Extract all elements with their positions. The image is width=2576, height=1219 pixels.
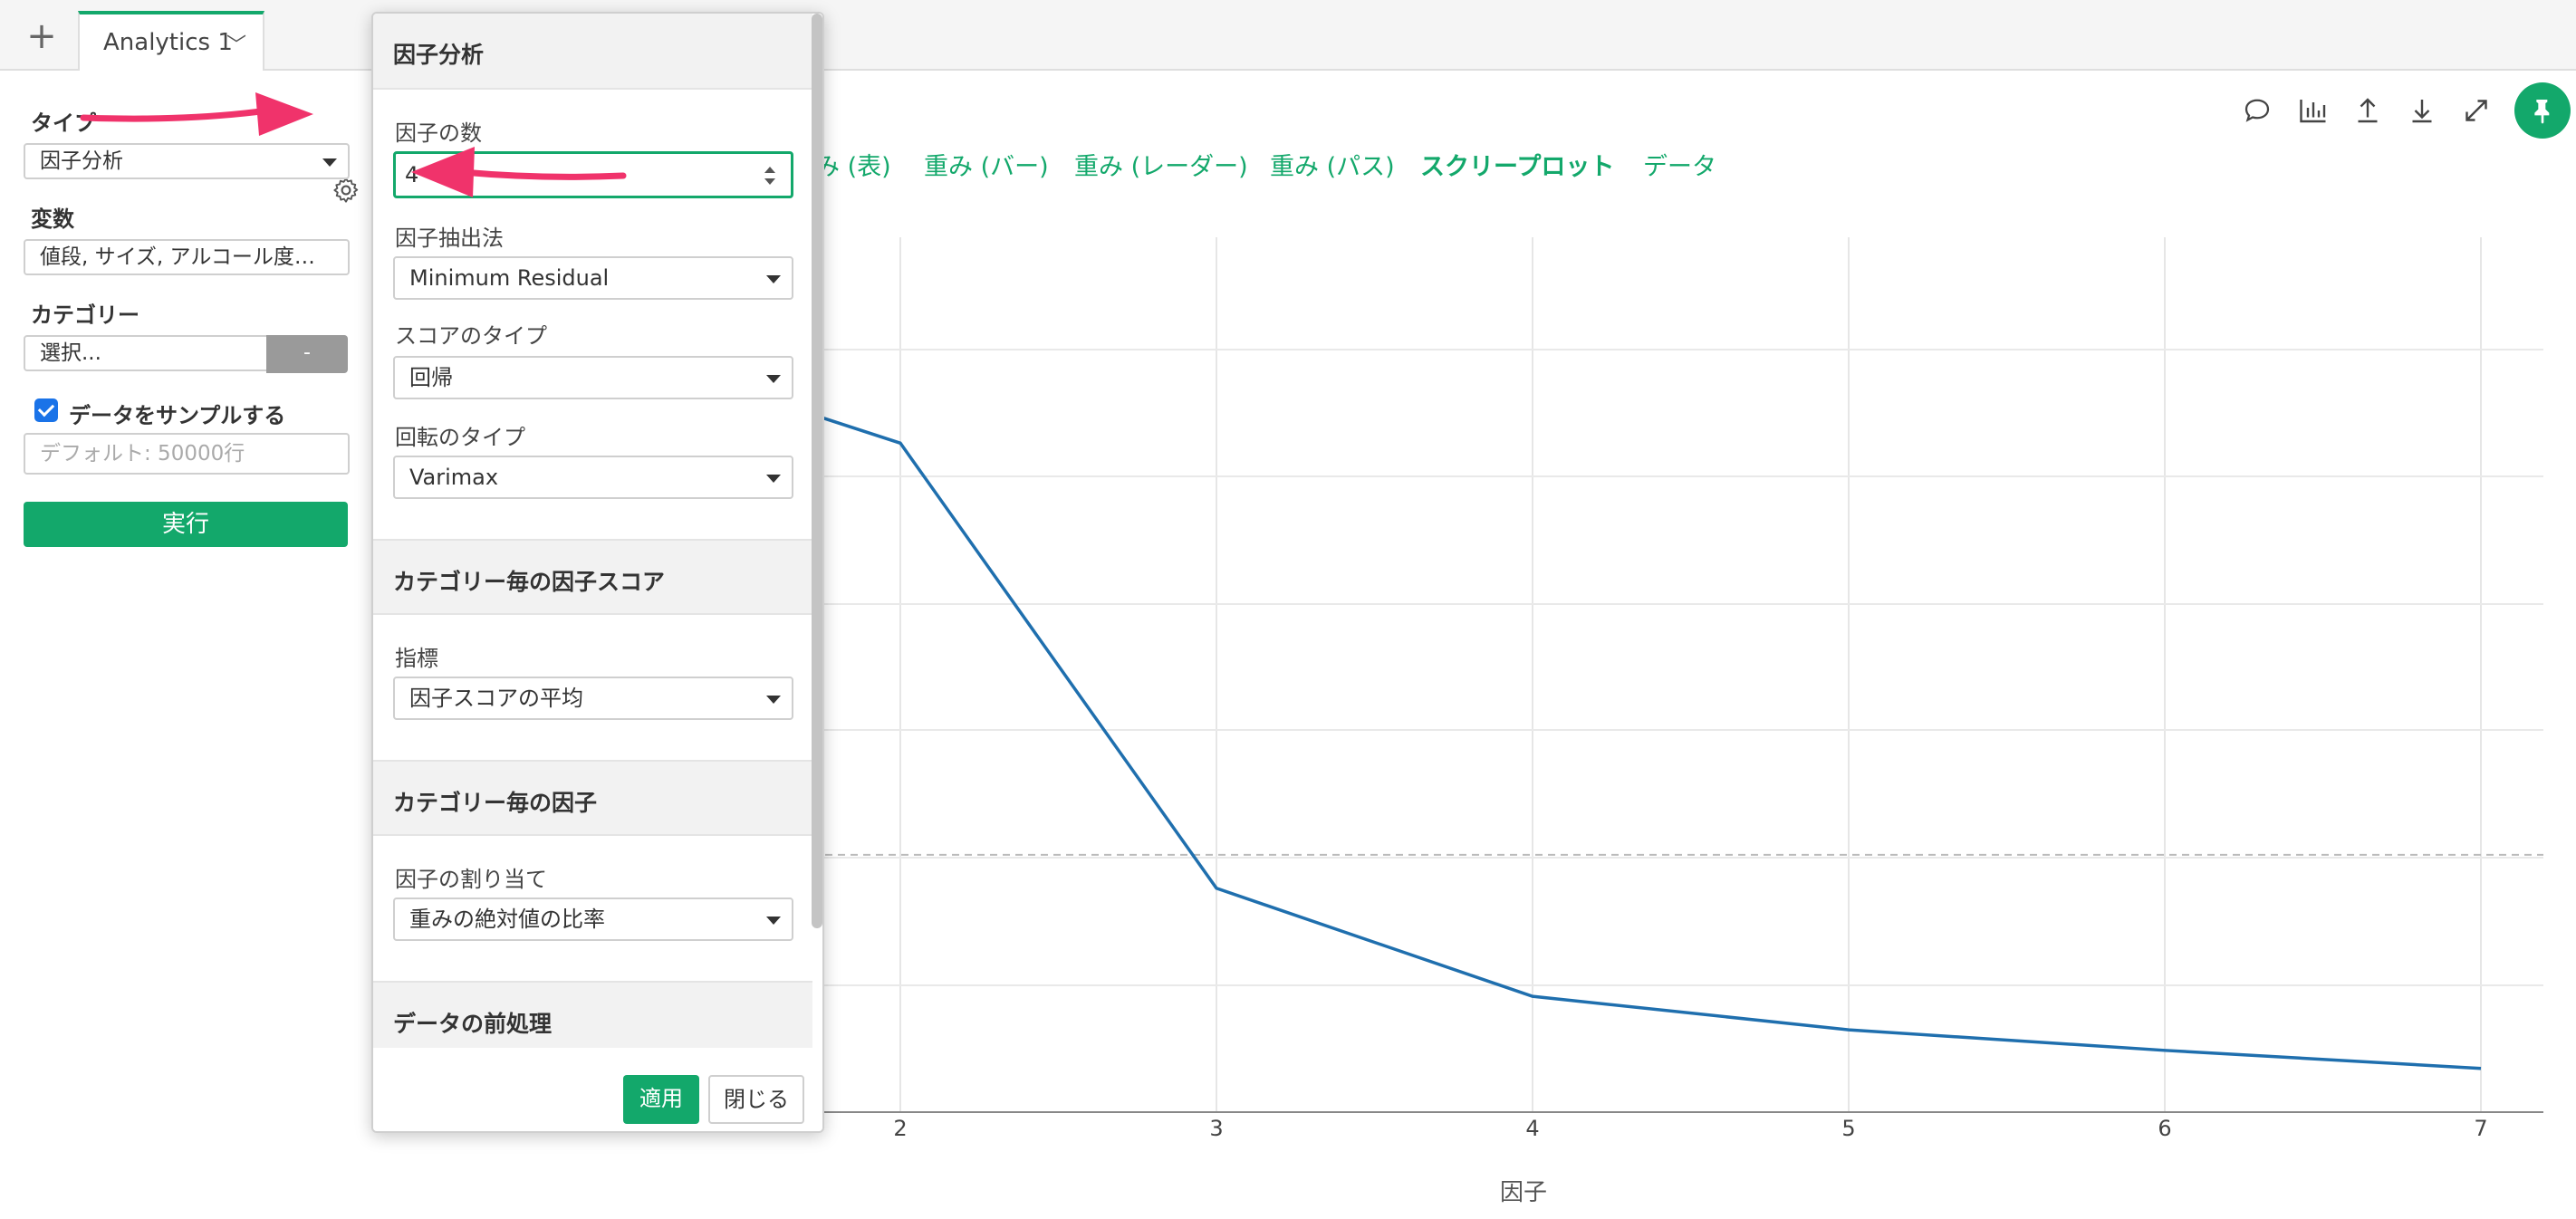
extraction-label: 因子抽出法 [395, 226, 504, 251]
assign-value: 重みの絶対値の比率 [409, 907, 605, 932]
x-tick-label: 4 [1525, 1116, 1539, 1141]
rotation-select[interactable]: Varimax [393, 456, 793, 499]
x-tick-label: 6 [2158, 1116, 2171, 1141]
caret-down-icon [766, 275, 781, 283]
num-factors-input[interactable]: 4 [393, 151, 793, 198]
assign-select[interactable]: 重みの絶対値の比率 [393, 897, 793, 941]
x-tick-label: 2 [893, 1116, 907, 1141]
dialog-scrollbar[interactable] [812, 14, 822, 928]
num-factors-label: 因子の数 [395, 120, 482, 146]
factor-analysis-dialog: 因子分析 因子の数 4 因子抽出法 Minimum Residual スコアのタ… [371, 12, 824, 1133]
num-factors-value: 4 [405, 162, 419, 187]
extraction-select[interactable]: Minimum Residual [393, 256, 793, 300]
x-tick-label: 7 [2474, 1116, 2487, 1141]
apply-button[interactable]: 適用 [623, 1075, 699, 1124]
caret-down-icon [766, 917, 781, 925]
rotation-value: Varimax [409, 465, 499, 490]
chart-grid [583, 237, 2543, 1112]
section-preprocess: データの前処理 [373, 981, 812, 1057]
metric-value: 因子スコアの平均 [409, 686, 583, 711]
caret-down-icon [766, 696, 781, 704]
x-tick-label: 5 [1841, 1116, 1855, 1141]
caret-down-icon [766, 375, 781, 383]
assign-label: 因子の割り当て [395, 867, 547, 892]
score-type-label: スコアのタイプ [395, 323, 547, 349]
score-type-value: 回帰 [409, 365, 453, 390]
section-category-score-title: カテゴリー毎の因子スコア [393, 569, 666, 595]
score-type-select[interactable]: 回帰 [393, 356, 793, 399]
caret-down-icon [766, 475, 781, 483]
close-button[interactable]: 閉じる [708, 1075, 804, 1124]
x-tick-labels: 2 3 4 5 6 7 [893, 1116, 2487, 1141]
section-category-factor-title: カテゴリー毎の因子 [393, 790, 598, 816]
section-category-factor: カテゴリー毎の因子 [373, 760, 812, 836]
section-preprocess-title: データの前処理 [393, 1011, 553, 1037]
dialog-title: 因子分析 [393, 42, 485, 68]
rotation-label: 回転のタイプ [395, 425, 525, 450]
spinner-icon[interactable] [762, 163, 778, 188]
x-tick-label: 3 [1209, 1116, 1223, 1141]
x-axis-label: 因子 [1500, 1179, 1547, 1206]
dialog-header: 因子分析 [373, 14, 812, 90]
section-category-score: カテゴリー毎の因子スコア [373, 539, 812, 615]
metric-label: 指標 [395, 646, 438, 671]
metric-select[interactable]: 因子スコアの平均 [393, 677, 793, 720]
extraction-value: Minimum Residual [409, 265, 610, 291]
